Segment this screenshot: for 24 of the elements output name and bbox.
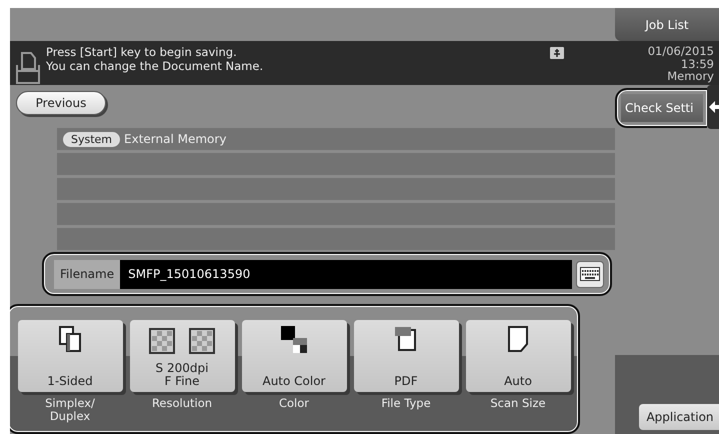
- time-text: 13:59: [680, 58, 714, 70]
- memory-label: Memory: [667, 70, 714, 82]
- status-message: You can change the Document Name.: [46, 59, 264, 73]
- function-button[interactable]: Auto: [466, 320, 570, 392]
- function-label: File Type: [381, 397, 431, 410]
- folder-name: External Memory: [124, 132, 226, 146]
- previous-button[interactable]: Previous: [16, 91, 106, 115]
- check-settings-button[interactable]: Check Setti: [621, 94, 703, 122]
- date-text: 01/06/2015: [648, 45, 714, 58]
- function-button[interactable]: PDF: [354, 320, 458, 392]
- system-tag: System: [63, 132, 120, 146]
- application-button[interactable]: Application: [639, 404, 719, 430]
- function-button[interactable]: 1-Sided: [18, 320, 122, 392]
- function-button[interactable]: Auto Color: [242, 320, 346, 392]
- function-label: Color: [278, 397, 310, 410]
- list-row[interactable]: System External Memory: [57, 128, 615, 150]
- filename-field[interactable]: SMFP_15010613590: [120, 260, 572, 288]
- filename-label: Filename: [54, 260, 120, 288]
- function-label: Resolution: [152, 397, 212, 410]
- function-label: Simplex/ Duplex: [45, 397, 95, 423]
- status-message: Press [Start] key to begin saving.: [46, 45, 238, 59]
- job-list-tab[interactable]: Job List: [615, 8, 719, 41]
- function-label: Scan Size: [490, 397, 546, 410]
- function-button[interactable]: S 200dpi F Fine: [130, 320, 234, 392]
